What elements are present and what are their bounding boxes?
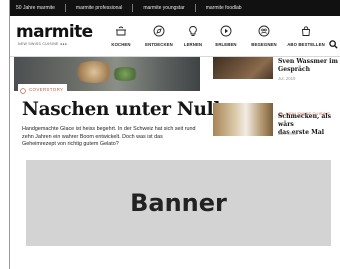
ad-banner[interactable]: Banner <box>26 160 331 246</box>
nav-label: ENTDECKEN <box>145 42 173 47</box>
top-bar: 50 Jahre marmite marmite professional ma… <box>10 0 340 16</box>
side-article-image[interactable] <box>213 57 273 79</box>
people-icon <box>245 24 283 38</box>
side-article-title[interactable]: Sven Wassmer im Gespräch <box>278 58 340 74</box>
topbar-link-professional[interactable]: marmite professional <box>76 5 122 11</box>
food-detail <box>110 67 140 81</box>
topbar-link-foodlab[interactable]: marmite foodlab <box>206 5 242 11</box>
title-line: Sven Wassmer im <box>278 58 338 65</box>
hero-teaser: Handgemachte Glace ist heiss begehrt. In… <box>22 126 196 148</box>
nav-label: KOCHEN <box>111 42 131 47</box>
nav-label: ERLEBEN <box>215 42 237 47</box>
play-icon <box>207 24 245 38</box>
nav-label: BEGEGNEN <box>251 42 277 47</box>
nav-entdecken[interactable]: ENTDECKEN <box>140 24 178 47</box>
nav-erleben[interactable]: ERLEBEN <box>207 24 245 47</box>
divider <box>64 4 66 12</box>
search-icon[interactable] <box>329 36 338 54</box>
topbar-link-youngstar[interactable]: marmite youngstar <box>143 5 184 11</box>
side-article-date: Jul. 2019 <box>278 76 296 81</box>
site-logo[interactable]: marmite <box>16 22 93 42</box>
badge-icon <box>20 81 26 99</box>
divider <box>194 4 196 12</box>
hero-title[interactable]: Naschen unter Null <box>22 99 220 120</box>
pot-icon <box>102 24 140 38</box>
divider <box>132 4 134 12</box>
badge-label: COVERSTORY <box>29 87 64 92</box>
topbar-link-50-jahre[interactable]: 50 Jahre marmite <box>16 5 55 11</box>
nav-kochen[interactable]: KOCHEN <box>102 24 140 47</box>
title-line: Gespräch <box>278 66 311 73</box>
nav-begegnen[interactable]: BEGEGNEN <box>245 24 283 47</box>
side-article-date: Jun. 2019 <box>278 131 297 136</box>
site-header: marmite NEW SWISS CUISINE ●●● KOCHEN ENT… <box>10 16 340 56</box>
logo-tagline: NEW SWISS CUISINE ●●● <box>18 42 68 46</box>
title-line: Schmecken, als wärs <box>278 113 332 128</box>
coverstory-badge: COVERSTORY <box>18 84 68 95</box>
banner-label: Banner <box>130 189 227 217</box>
side-article-image[interactable] <box>213 103 273 136</box>
nav-abo-bestellen[interactable]: ABO BESTELLEN <box>287 24 325 47</box>
compass-icon <box>140 24 178 38</box>
shopping-bag-icon <box>287 24 325 38</box>
nav-label: ABO BESTELLEN <box>287 42 325 47</box>
